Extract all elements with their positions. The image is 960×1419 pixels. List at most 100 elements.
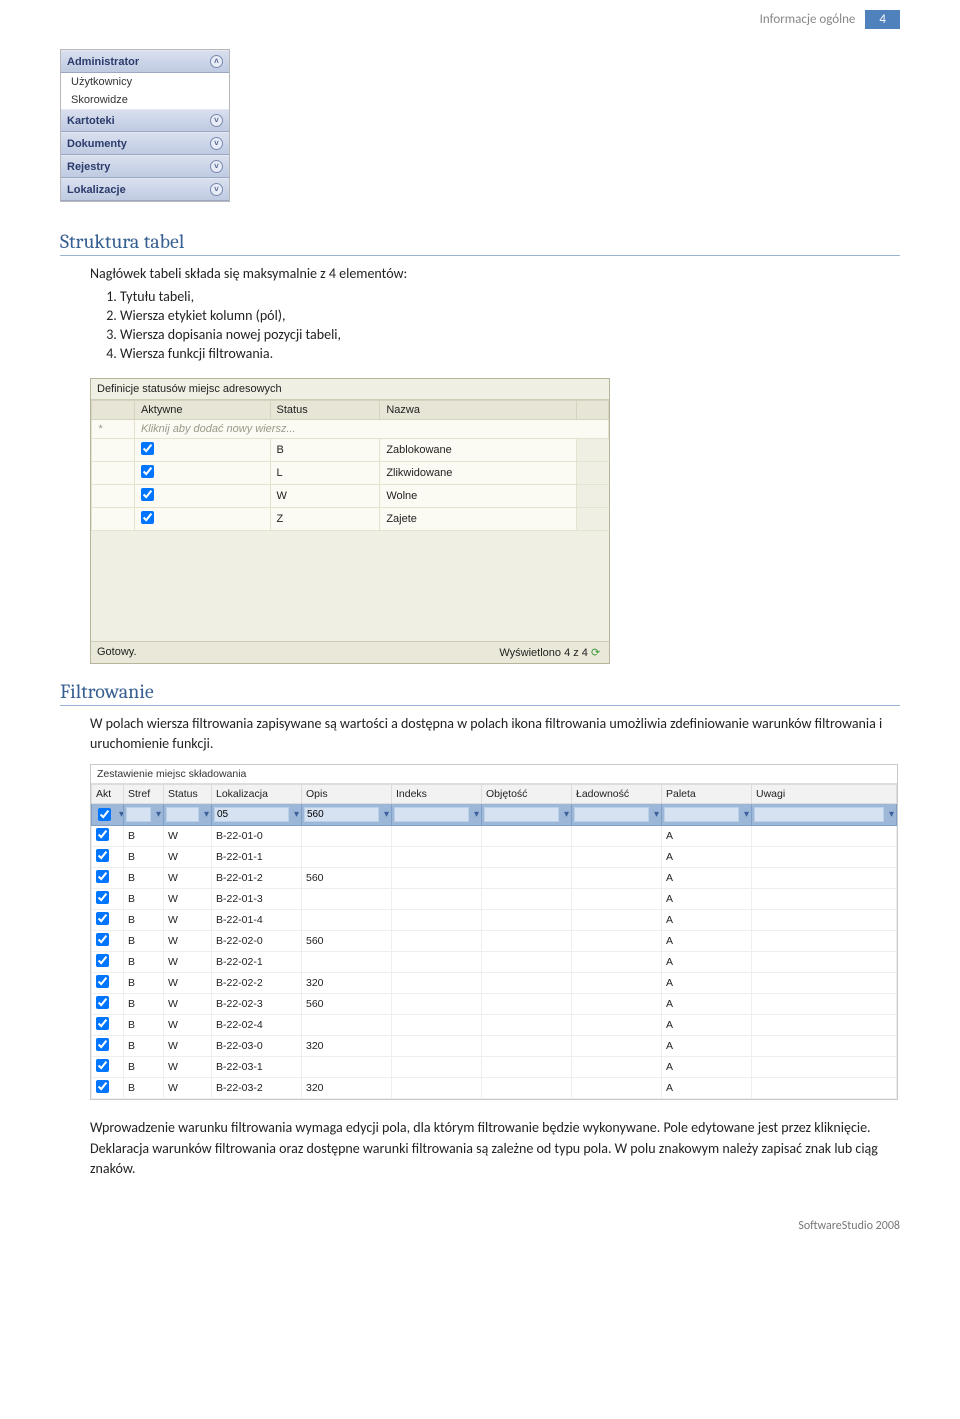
funnel-icon[interactable]: ▾ <box>886 809 894 820</box>
table-row[interactable]: BWB-22-01-4A <box>92 910 897 931</box>
nav-item-skorowidze[interactable]: Skorowidze <box>61 91 229 109</box>
nav-group-rejestry[interactable]: Rejestry˅ <box>61 155 229 178</box>
status-definitions-title: Definicje statusów miejsc adresowych <box>91 379 609 400</box>
akt-checkbox[interactable] <box>96 975 109 988</box>
chevron-up-icon[interactable]: ˄ <box>210 55 223 68</box>
filtrowanie-para: W polach wiersza filtrowania zapisywane … <box>90 714 900 755</box>
cell-uwagi <box>752 952 897 973</box>
table-row[interactable]: BWB-22-02-3560A <box>92 994 897 1015</box>
cell-empty <box>392 826 482 847</box>
filter-input-stref[interactable] <box>126 807 151 822</box>
column-header[interactable]: Paleta <box>662 785 752 804</box>
column-header[interactable]: Aktywne <box>134 401 270 420</box>
table-row[interactable]: BZablokowane <box>92 439 609 462</box>
funnel-icon[interactable]: ▾ <box>381 809 389 820</box>
cell-empty <box>482 1057 572 1078</box>
akt-checkbox[interactable] <box>96 933 109 946</box>
table-row[interactable]: BWB-22-03-0320A <box>92 1036 897 1057</box>
aktywne-checkbox[interactable] <box>141 465 154 478</box>
chevron-down-icon[interactable]: ˅ <box>210 137 223 150</box>
nav-item-użytkownicy[interactable]: Użytkownicy <box>61 73 229 91</box>
column-header[interactable]: Uwagi <box>752 785 897 804</box>
akt-checkbox[interactable] <box>96 954 109 967</box>
filter-input-indeks[interactable] <box>394 807 469 822</box>
chevron-down-icon[interactable]: ˅ <box>210 114 223 127</box>
filter-input-uwagi[interactable] <box>754 807 884 822</box>
table-row[interactable]: BWB-22-01-1A <box>92 847 897 868</box>
cell-status: W <box>164 994 212 1015</box>
table-row[interactable]: BWB-22-01-3A <box>92 889 897 910</box>
funnel-icon[interactable]: ▾ <box>561 809 569 820</box>
funnel-icon[interactable]: ▾ <box>201 809 209 820</box>
cell-status: Z <box>270 508 380 531</box>
aktywne-checkbox[interactable] <box>141 488 154 501</box>
filter-input-objetosc[interactable] <box>484 807 559 822</box>
nav-group-dokumenty[interactable]: Dokumenty˅ <box>61 132 229 155</box>
akt-checkbox[interactable] <box>96 828 109 841</box>
akt-checkbox[interactable] <box>96 912 109 925</box>
table-row[interactable]: BWB-22-02-1A <box>92 952 897 973</box>
filter-input-paleta[interactable] <box>664 807 739 822</box>
table-row[interactable]: BWB-22-02-4A <box>92 1015 897 1036</box>
chevron-down-icon[interactable]: ˅ <box>210 183 223 196</box>
funnel-icon[interactable]: ▾ <box>116 809 124 820</box>
funnel-icon[interactable]: ▾ <box>741 809 749 820</box>
table-row[interactable]: BWB-22-03-1A <box>92 1057 897 1078</box>
cell-lok: B-22-01-0 <box>212 826 302 847</box>
nav-group-lokalizacje[interactable]: Lokalizacje˅ <box>61 178 229 201</box>
column-header[interactable]: Status <box>164 785 212 804</box>
filter-input-lokalizacja[interactable] <box>214 807 289 822</box>
column-header[interactable] <box>576 401 608 420</box>
akt-checkbox[interactable] <box>96 996 109 1009</box>
akt-checkbox[interactable] <box>96 870 109 883</box>
funnel-icon[interactable]: ▾ <box>153 809 161 820</box>
funnel-icon[interactable]: ▾ <box>291 809 299 820</box>
nav-group-administrator[interactable]: Administrator˄ <box>61 50 229 73</box>
funnel-icon[interactable]: ▾ <box>471 809 479 820</box>
status-definitions-panel: Definicje statusów miejsc adresowych Akt… <box>90 378 610 664</box>
nav-group-kartoteki[interactable]: Kartoteki˅ <box>61 109 229 132</box>
filter-input-ladownosc[interactable] <box>574 807 649 822</box>
table-row[interactable]: ZZajete <box>92 508 609 531</box>
akt-checkbox[interactable] <box>96 1080 109 1093</box>
cell-empty <box>392 1036 482 1057</box>
column-header[interactable]: Akt <box>92 785 124 804</box>
column-header[interactable]: Lokalizacja <box>212 785 302 804</box>
filter-input-status[interactable] <box>166 807 199 822</box>
column-header[interactable] <box>92 401 135 420</box>
funnel-icon[interactable]: ▾ <box>651 809 659 820</box>
table-row[interactable]: BWB-22-03-2320A <box>92 1078 897 1099</box>
cell-lok: B-22-02-3 <box>212 994 302 1015</box>
cell-empty <box>572 847 662 868</box>
refresh-icon[interactable]: ⟳ <box>591 646 603 658</box>
column-header[interactable]: Indeks <box>392 785 482 804</box>
filter-akt-checkbox[interactable] <box>98 808 111 821</box>
column-header[interactable]: Objętość <box>482 785 572 804</box>
chevron-down-icon[interactable]: ˅ <box>210 160 223 173</box>
table-row[interactable]: LZlikwidowane <box>92 462 609 485</box>
filter-input-opis[interactable] <box>304 807 379 822</box>
column-header[interactable]: Ładowność <box>572 785 662 804</box>
akt-checkbox[interactable] <box>96 891 109 904</box>
column-header[interactable]: Stref <box>124 785 164 804</box>
cell-akt <box>92 952 124 973</box>
akt-checkbox[interactable] <box>96 849 109 862</box>
running-header-text: Informacje ogólne <box>760 12 856 27</box>
column-header[interactable]: Nazwa <box>380 401 576 420</box>
aktywne-checkbox[interactable] <box>141 442 154 455</box>
cell-uwagi <box>752 910 897 931</box>
cell-uwagi <box>752 931 897 952</box>
table-row[interactable]: BWB-22-02-0560A <box>92 931 897 952</box>
table-row[interactable]: BWB-22-01-0A <box>92 826 897 847</box>
aktywne-checkbox[interactable] <box>141 511 154 524</box>
akt-checkbox[interactable] <box>96 1059 109 1072</box>
column-header[interactable]: Status <box>270 401 380 420</box>
table-row[interactable]: WWolne <box>92 485 609 508</box>
table-row[interactable]: BWB-22-02-2320A <box>92 973 897 994</box>
new-row-hint[interactable]: Kliknij aby dodać nowy wiersz... <box>134 420 608 439</box>
akt-checkbox[interactable] <box>96 1017 109 1030</box>
akt-checkbox[interactable] <box>96 1038 109 1051</box>
column-header[interactable]: Opis <box>302 785 392 804</box>
new-row-marker: * <box>92 420 135 439</box>
table-row[interactable]: BWB-22-01-2560A <box>92 868 897 889</box>
